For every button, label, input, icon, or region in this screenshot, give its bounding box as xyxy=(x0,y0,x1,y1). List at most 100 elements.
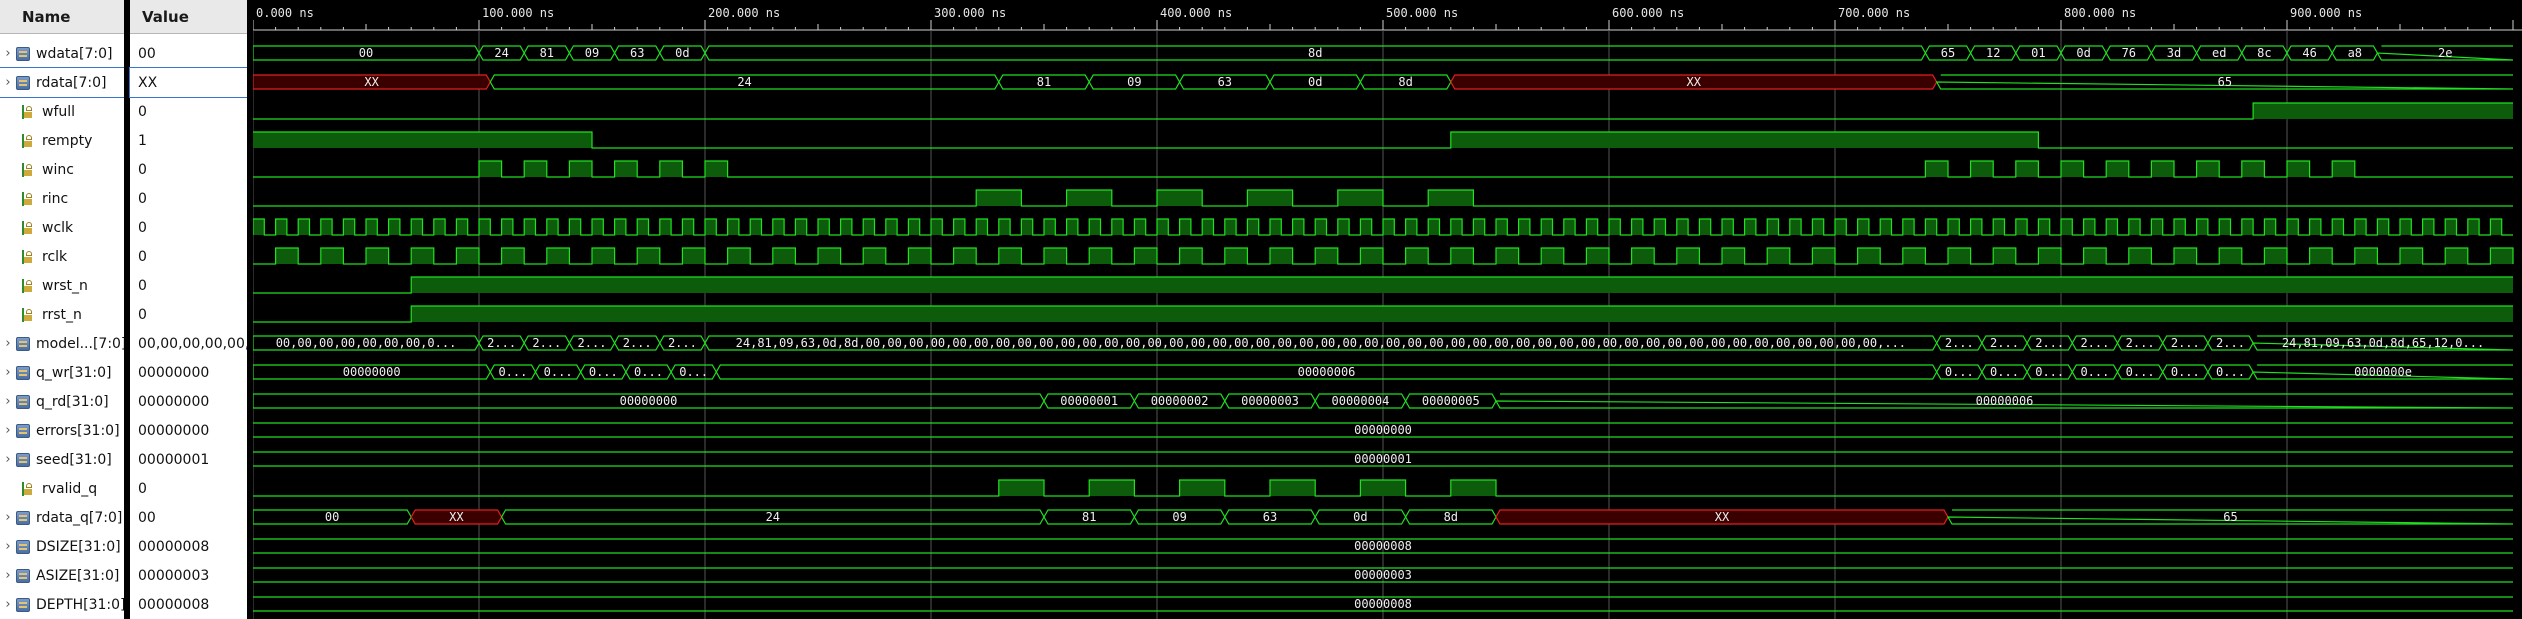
bit-wave-wclk[interactable] xyxy=(253,218,2513,236)
high-level-fill xyxy=(1970,219,1982,235)
signal-value[interactable]: 00000008 xyxy=(130,532,247,561)
signal-row-rvalid-q[interactable]: › rvalid_q xyxy=(0,474,124,503)
high-level-fill xyxy=(1744,219,1756,235)
signal-name: winc xyxy=(42,161,74,178)
expand-chevron-icon[interactable]: › xyxy=(0,597,16,612)
signal-row-model-7-0[interactable]: › model...[7:0] xyxy=(0,329,124,358)
bus-segment-value: 65 xyxy=(2218,75,2232,89)
bus-segment-value: 00000003 xyxy=(1241,394,1299,408)
signal-value[interactable]: 0 xyxy=(130,97,247,126)
signal-row-errors-31-0[interactable]: › errors[31:0] xyxy=(0,416,124,445)
name-column-header[interactable]: Name xyxy=(0,0,124,34)
signal-value[interactable]: 0 xyxy=(130,242,247,271)
signal-value[interactable]: 0 xyxy=(130,271,247,300)
signal-value[interactable]: 00000000 xyxy=(130,358,247,387)
signal-row-seed-31-0[interactable]: › seed[31:0] xyxy=(0,445,124,474)
high-level-fill xyxy=(1224,248,1248,264)
high-level-fill xyxy=(840,219,852,235)
signal-value[interactable]: 0 xyxy=(130,155,247,184)
signal-value[interactable]: 0 xyxy=(130,300,247,329)
signal-value[interactable]: 00000001 xyxy=(130,445,247,474)
high-level-fill xyxy=(750,219,762,235)
signal-row-rinc[interactable]: › rinc xyxy=(0,184,124,213)
high-level-fill xyxy=(2287,161,2310,177)
signal-value[interactable]: XX xyxy=(129,67,248,98)
expand-chevron-icon[interactable]: › xyxy=(0,452,16,467)
signal-value[interactable]: 00000003 xyxy=(130,561,247,590)
high-level-fill xyxy=(2174,219,2186,235)
signal-row-asize-31-0[interactable]: › ASIZE[31:0] xyxy=(0,561,124,590)
signal-row-dsize-31-0[interactable]: › DSIZE[31:0] xyxy=(0,532,124,561)
signal-row-rdata-q-7-0[interactable]: › rdata_q[7:0] xyxy=(0,503,124,532)
high-level-fill xyxy=(2354,248,2378,264)
expand-chevron-icon[interactable]: › xyxy=(0,75,16,90)
expand-chevron-icon[interactable]: › xyxy=(0,394,16,409)
expand-chevron-icon[interactable]: › xyxy=(0,46,16,61)
bus-segment-value: 63 xyxy=(1263,510,1277,524)
bus-segment-value: 65 xyxy=(2223,510,2237,524)
signal-name: rinc xyxy=(42,190,69,207)
bus-signal-icon xyxy=(16,452,30,467)
expand-chevron-icon[interactable]: › xyxy=(0,510,16,525)
high-level-fill xyxy=(433,219,446,235)
high-level-fill xyxy=(2287,219,2299,235)
high-level-fill xyxy=(682,219,694,235)
high-level-fill xyxy=(1880,219,1892,235)
signal-row-wrst-n[interactable]: › wrst_n xyxy=(0,271,124,300)
signal-value[interactable]: 00 xyxy=(130,39,247,68)
expand-chevron-icon[interactable]: › xyxy=(0,365,16,380)
bit-wave-rrst_n[interactable] xyxy=(253,305,2514,323)
bus-signal-icon xyxy=(16,597,30,612)
bit-wave-wrst_n[interactable] xyxy=(253,276,2514,294)
signal-value[interactable]: 00000008 xyxy=(130,590,247,619)
high-level-fill xyxy=(2400,219,2412,235)
signal-value[interactable]: 00000000 xyxy=(130,387,247,416)
signal-value[interactable]: 00 xyxy=(130,503,247,532)
high-level-fill xyxy=(727,219,739,235)
signal-row-rdata-7-0[interactable]: › rdata[7:0] xyxy=(0,67,125,98)
signal-row-rempty[interactable]: › rempty xyxy=(0,126,124,155)
signal-value[interactable]: 00,00,00,00,00,00,00 xyxy=(130,329,247,358)
waveform-pane[interactable]: 0.000 ns 100.000 ns 200.000 ns 300.000 ns 40… xyxy=(253,0,2522,619)
ruler-time-label: 0.000 ns xyxy=(256,6,314,20)
high-level-fill xyxy=(2241,219,2254,235)
signal-value[interactable]: 0 xyxy=(130,474,247,503)
spacer: › xyxy=(0,162,16,177)
signal-row-q-wr-31-0[interactable]: › q_wr[31:0] xyxy=(0,358,124,387)
signal-row-depth-31-0[interactable]: › DEPTH[31:0] xyxy=(0,590,124,619)
high-level-fill xyxy=(818,248,841,264)
spacer: › xyxy=(0,307,16,322)
signal-row-rrst-n[interactable]: › rrst_n xyxy=(0,300,124,329)
high-level-fill xyxy=(1450,219,1463,235)
bus-wave-model[interactable]: 00,00,00,00,00,00,00,0... 2... 2... 2... 2..… xyxy=(253,335,2514,351)
expand-chevron-icon[interactable]: › xyxy=(0,423,16,438)
signal-value[interactable]: 00000000 xyxy=(130,416,247,445)
bit-signal-icon xyxy=(22,133,36,148)
value-column-header[interactable]: Value xyxy=(130,0,247,34)
expand-chevron-icon[interactable]: › xyxy=(0,539,16,554)
signal-row-winc[interactable]: › winc xyxy=(0,155,124,184)
signal-row-q-rd-31-0[interactable]: › q_rd[31:0] xyxy=(0,387,124,416)
signal-value[interactable]: 1 xyxy=(130,126,247,155)
spacer: › xyxy=(0,104,16,119)
signal-row-wfull[interactable]: › wfull xyxy=(0,97,124,126)
bit-wave-rclk[interactable] xyxy=(253,247,2514,265)
signal-value[interactable]: 0 xyxy=(130,184,247,213)
bus-segment-value: 00000000 xyxy=(620,394,678,408)
signal-row-wdata-7-0[interactable]: › wdata[7:0] xyxy=(0,39,124,68)
expand-chevron-icon[interactable]: › xyxy=(0,336,16,351)
high-level-fill xyxy=(2253,103,2513,119)
high-level-fill xyxy=(1812,219,1824,235)
expand-chevron-icon[interactable]: › xyxy=(0,568,16,583)
signal-value[interactable]: 0 xyxy=(130,213,247,242)
high-level-fill xyxy=(592,219,604,235)
signal-row-rclk[interactable]: › rclk xyxy=(0,242,124,271)
high-level-fill xyxy=(1179,480,1225,496)
signal-name: rclk xyxy=(42,248,68,265)
bus-segment-value: 0... xyxy=(679,365,708,379)
bus-segment-value: 00000006 xyxy=(1976,394,2034,408)
signal-row-wclk[interactable]: › wclk xyxy=(0,213,124,242)
ruler-time-label: 800.000 ns xyxy=(2064,6,2136,20)
high-level-fill xyxy=(1609,219,1621,235)
high-level-fill xyxy=(1405,248,1429,264)
